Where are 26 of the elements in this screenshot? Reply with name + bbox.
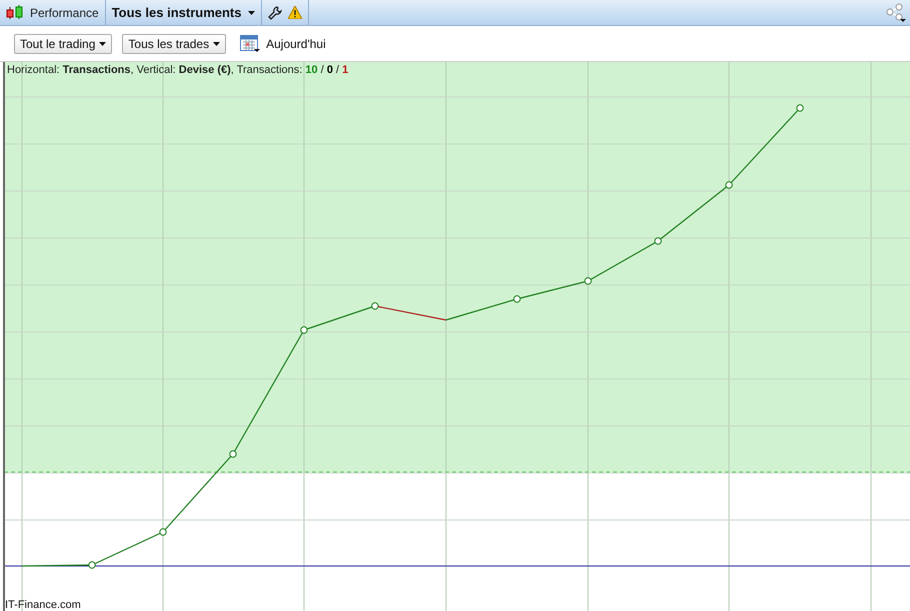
data-point bbox=[513, 295, 521, 303]
chart-caption: Horizontal: Transactions, Vertical: Devise (€), Transactions: 10 / 0 / 1 bbox=[7, 64, 348, 76]
data-point bbox=[88, 561, 96, 569]
gain-segment bbox=[658, 184, 730, 242]
caret-icon bbox=[213, 42, 220, 46]
data-point bbox=[796, 104, 804, 112]
filter-dropdown[interactable]: Tous les trades bbox=[122, 34, 226, 54]
caret-icon bbox=[99, 42, 106, 46]
date-button[interactable]: Aujourd'hui bbox=[240, 34, 326, 53]
instrument-menu[interactable]: Tous les instruments bbox=[112, 5, 254, 20]
data-point bbox=[159, 528, 167, 536]
data-point bbox=[229, 450, 237, 458]
filter-dropdown[interactable]: Tout le trading bbox=[14, 34, 112, 54]
wrench-icon[interactable] bbox=[268, 6, 282, 20]
data-point bbox=[371, 302, 379, 310]
data-point bbox=[584, 277, 592, 285]
caret-icon bbox=[248, 10, 254, 14]
panel-title: Performance bbox=[30, 6, 99, 20]
data-point bbox=[300, 326, 308, 334]
calendar-icon bbox=[240, 34, 260, 53]
share-icon[interactable] bbox=[886, 2, 906, 22]
warning-icon[interactable] bbox=[288, 6, 302, 19]
data-point bbox=[725, 181, 733, 189]
site-credit: IT-Finance.com bbox=[5, 599, 81, 611]
data-point bbox=[654, 237, 662, 245]
candlestick-icon bbox=[6, 4, 24, 20]
